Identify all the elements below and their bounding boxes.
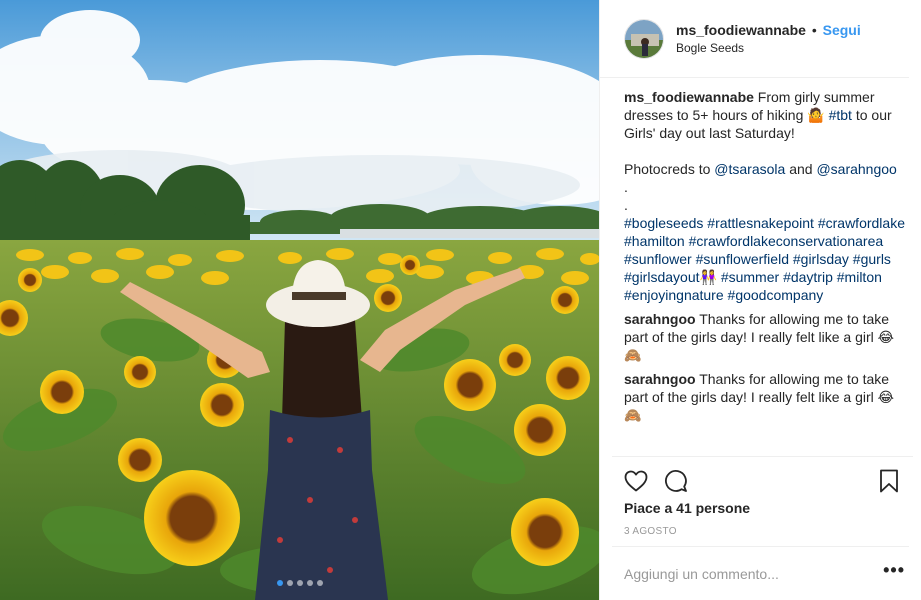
mention-link[interactable]: @tsarasola — [714, 161, 785, 177]
more-options-icon[interactable]: ••• — [879, 560, 909, 587]
heart-icon[interactable] — [622, 467, 650, 495]
sunflower-field-photo — [0, 0, 599, 600]
add-comment-section: ••• — [612, 546, 909, 600]
hashtag-link[interactable]: #girlsdayout👭 — [624, 269, 717, 285]
likes-count[interactable]: Piace a 41 persone — [624, 500, 750, 516]
carousel-indicator — [0, 580, 599, 586]
mention-link[interactable]: @sarahngoo — [816, 161, 896, 177]
carousel-dot[interactable] — [296, 580, 303, 586]
header-line: ms_foodiewannabe • Segui — [676, 21, 861, 39]
hashtag-link[interactable]: #goodcompany — [728, 287, 824, 303]
post-header: ms_foodiewannabe • Segui Bogle Seeds — [600, 0, 909, 78]
caption-dots: . . — [624, 179, 628, 213]
hashtag-link[interactable]: #sunflower — [624, 251, 692, 267]
comment-username[interactable]: sarahngoo — [624, 371, 696, 387]
comment-item: sarahngoo Thanks for allowing me to take… — [624, 370, 906, 424]
follow-button[interactable]: Segui — [823, 22, 861, 38]
hashtag-link[interactable]: #tbt — [829, 107, 852, 123]
carousel-dot-active[interactable] — [276, 580, 283, 586]
hashtag-link[interactable]: #summer — [721, 269, 779, 285]
hashtag-link[interactable]: #gurls — [853, 251, 891, 267]
comment-input[interactable] — [624, 565, 880, 582]
post-date[interactable]: 3 AGOSTO — [624, 526, 677, 537]
caption-username[interactable]: ms_foodiewannabe — [624, 89, 754, 105]
carousel-dot[interactable] — [306, 580, 313, 586]
carousel-dot[interactable] — [286, 580, 293, 586]
hashtag-link[interactable]: #rattlesnakepoint — [707, 215, 814, 231]
comment-item: sarahngoo Thanks for allowing me to take… — [624, 310, 906, 364]
hashtag-link[interactable]: #girlsday — [793, 251, 849, 267]
hashtag-link[interactable]: #enjoyingnature — [624, 287, 724, 303]
location-link[interactable]: Bogle Seeds — [676, 39, 861, 57]
hashtag-link[interactable]: #bogleseeds — [624, 215, 703, 231]
avatar[interactable] — [624, 18, 664, 59]
comments-list[interactable]: ms_foodiewannabe From girly summer dress… — [624, 88, 906, 458]
comment-username[interactable]: sarahngoo — [624, 311, 696, 327]
action-bar — [612, 456, 913, 504]
post-photo[interactable] — [0, 0, 599, 600]
comment-bubble-icon[interactable] — [662, 467, 690, 495]
hashtag-link[interactable]: #crawfordlake — [818, 215, 905, 231]
hashtag-link[interactable]: #crawfordlakeconservationarea — [689, 233, 884, 249]
hashtag-link[interactable]: #hamilton — [624, 233, 685, 249]
caption: ms_foodiewannabe From girly summer dress… — [624, 88, 906, 304]
hashtag-link[interactable]: #sunflowerfield — [696, 251, 789, 267]
post-sidebar: ms_foodiewannabe • Segui Bogle Seeds ms_… — [599, 0, 921, 600]
bookmark-icon[interactable] — [875, 467, 903, 495]
hashtag-link[interactable]: #milton — [837, 269, 882, 285]
carousel-dot[interactable] — [316, 580, 323, 586]
hashtag-link[interactable]: #daytrip — [783, 269, 833, 285]
separator-dot: • — [811, 21, 817, 38]
hashtag-list: #bogleseeds #rattlesnakepoint #crawfordl… — [624, 215, 906, 303]
caption-text: and — [785, 161, 817, 177]
username-link[interactable]: ms_foodiewannabe — [676, 22, 806, 38]
header-text: ms_foodiewannabe • Segui Bogle Seeds — [676, 21, 861, 57]
